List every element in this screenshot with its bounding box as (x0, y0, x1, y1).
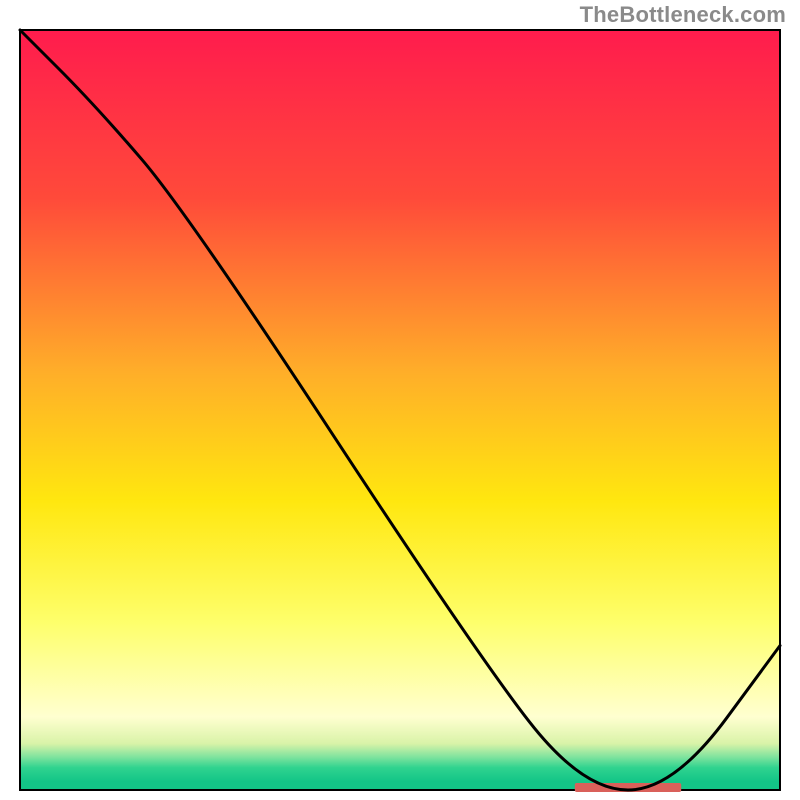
plot-background (21, 31, 779, 789)
bottleneck-chart (0, 0, 800, 800)
chart-stage: TheBottleneck.com (0, 0, 800, 800)
